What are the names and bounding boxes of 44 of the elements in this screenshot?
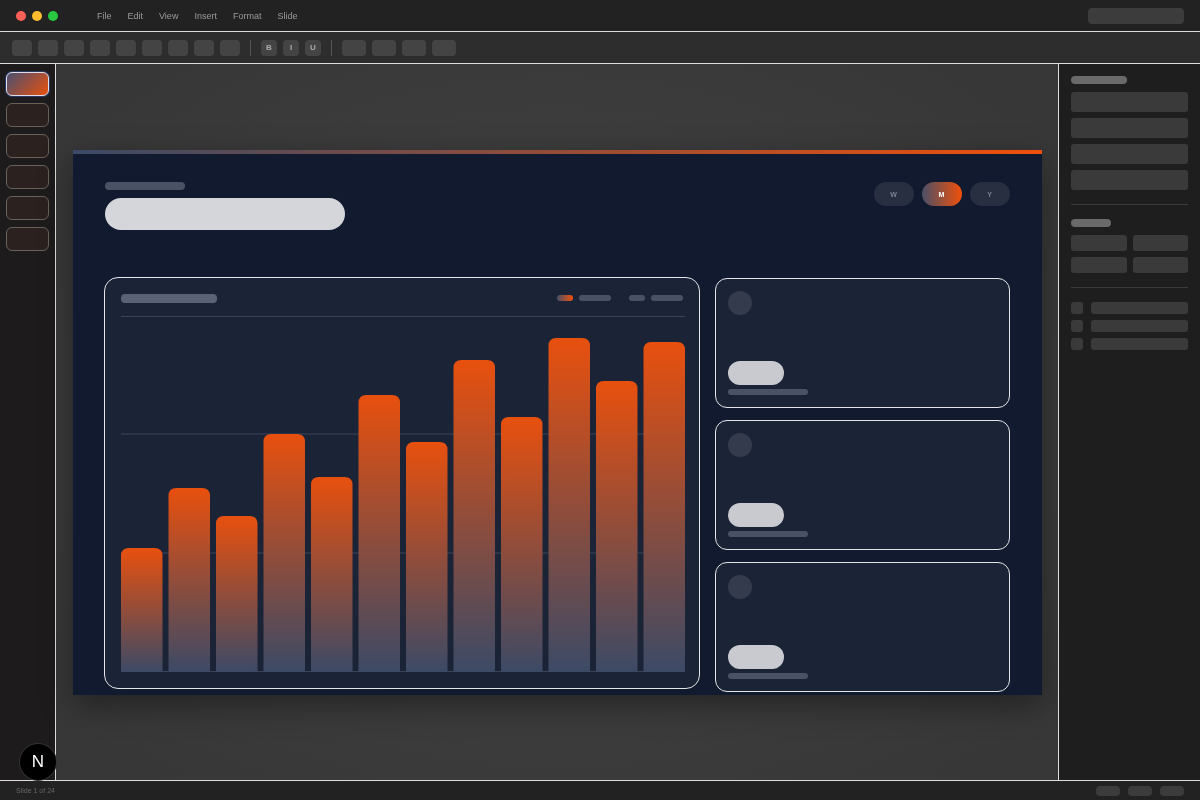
square-icon — [1071, 338, 1083, 350]
property-field[interactable] — [1071, 170, 1188, 190]
format-button[interactable]: B — [261, 39, 277, 56]
avatar-icon — [727, 575, 752, 599]
avatar-icon — [727, 291, 752, 315]
value-placeholder — [727, 361, 784, 385]
maximize-icon[interactable] — [48, 10, 58, 21]
placeholder-bar — [650, 295, 683, 301]
placeholder-bar — [1071, 76, 1127, 84]
close-icon[interactable] — [16, 10, 26, 21]
status-button[interactable] — [1128, 785, 1152, 796]
property-field[interactable] — [1071, 144, 1188, 164]
search-field[interactable] — [1088, 7, 1184, 24]
status-button[interactable] — [1096, 785, 1120, 796]
menu-item[interactable]: Edit — [119, 10, 152, 21]
menu-item[interactable]: File — [89, 10, 120, 21]
menu-item[interactable]: Format — [224, 10, 270, 21]
legend-swatch — [628, 295, 645, 301]
property-field[interactable] — [1132, 235, 1188, 251]
placeholder-bar — [578, 295, 611, 301]
square-icon — [1071, 302, 1083, 314]
format-button[interactable]: I — [283, 39, 299, 56]
slide-thumbnail[interactable] — [6, 103, 49, 127]
status-button[interactable] — [1160, 785, 1184, 796]
placeholder-bar — [1071, 219, 1111, 227]
slide-thumbnail[interactable] — [6, 134, 49, 158]
property-field[interactable] — [1071, 235, 1127, 251]
menu-item[interactable]: Insert — [186, 10, 225, 21]
minimize-icon[interactable] — [32, 10, 42, 21]
square-icon — [1071, 320, 1083, 332]
slide-thumbnail[interactable] — [6, 165, 49, 189]
property-field[interactable] — [1132, 257, 1188, 273]
value-placeholder — [727, 503, 784, 527]
value-placeholder — [727, 645, 784, 669]
menu-item[interactable]: View — [151, 10, 187, 21]
slide-thumbnail[interactable] — [6, 227, 49, 251]
property-field[interactable] — [1071, 257, 1127, 273]
menu-item[interactable]: Slide — [269, 10, 306, 21]
avatar-icon — [727, 433, 752, 457]
legend-swatch — [556, 295, 573, 301]
format-button[interactable]: U — [305, 39, 321, 56]
property-field[interactable] — [1071, 92, 1188, 112]
slide-thumbnail[interactable] — [6, 196, 49, 220]
property-field[interactable] — [1071, 118, 1188, 138]
